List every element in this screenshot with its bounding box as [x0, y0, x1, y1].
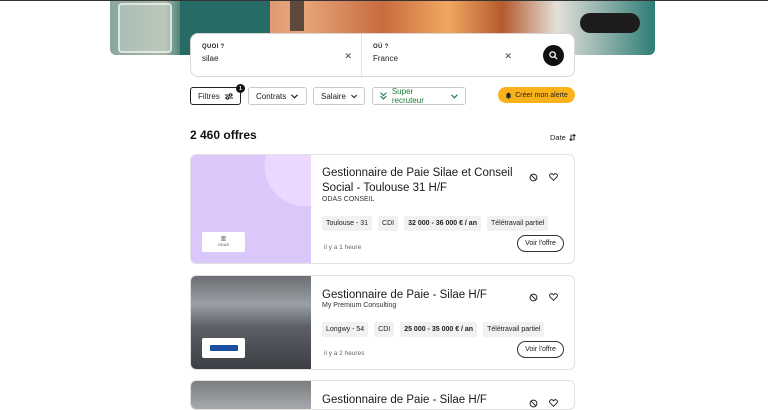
- view-offer-button[interactable]: Voir l'offre: [517, 235, 564, 252]
- job-thumbnail: [191, 276, 311, 369]
- salary-label: Salaire: [321, 91, 346, 101]
- super-recruiter-icon: [380, 92, 387, 100]
- company-logo: ▥ ODAS: [202, 232, 245, 252]
- chevron-down-icon: [451, 93, 458, 99]
- chevron-down-icon: [350, 94, 357, 98]
- contracts-label: Contrats: [256, 91, 287, 101]
- super-recruiter-label: Super recruteur: [391, 87, 424, 105]
- create-alert-button[interactable]: Créer mon alerte: [498, 87, 575, 103]
- hero-dumbbell-illustration: [580, 13, 640, 33]
- job-thumbnail: [191, 381, 311, 409]
- company-logo-text: ODAS: [217, 242, 230, 247]
- posted-time: il y a 2 heures: [324, 350, 365, 357]
- posted-time: il y a 1 heure: [324, 244, 362, 251]
- remote-tag: Télétravail partiel: [483, 322, 545, 337]
- job-card[interactable]: Gestionnaire de Paie - Silae H/F: [190, 380, 575, 410]
- favorite-heart-icon[interactable]: [548, 398, 558, 408]
- company-logo: [202, 338, 245, 358]
- where-label: OÙ ?: [373, 44, 389, 50]
- where-field[interactable]: OÙ ? France ✕: [361, 34, 521, 76]
- filters-button[interactable]: Filtres: [190, 87, 241, 105]
- location-tag: Longwy - 54: [322, 322, 369, 337]
- search-icon: [549, 51, 558, 60]
- job-card[interactable]: ▥ ODAS Gestionnaire de Paie Silae et Con…: [190, 154, 575, 264]
- what-input[interactable]: silae: [202, 54, 218, 63]
- bell-icon: [505, 92, 512, 99]
- results-count: 2 460 offres: [190, 128, 257, 142]
- filters-count-badge: 1: [236, 84, 245, 93]
- job-tags: Longwy - 54 CDI 25 000 - 35 000 € / an T…: [322, 322, 545, 337]
- company-name: ODAS CONSEIL: [322, 196, 375, 203]
- job-title[interactable]: Gestionnaire de Paie - Silae H/F: [322, 288, 517, 303]
- hide-offer-icon[interactable]: [528, 292, 538, 302]
- what-field[interactable]: QUOI ? silae ✕: [191, 34, 361, 76]
- sliders-icon: [224, 92, 233, 100]
- job-card[interactable]: Gestionnaire de Paie - Silae H/F My Prem…: [190, 275, 575, 370]
- salary-tag: 32 000 - 36 000 € / an: [404, 216, 481, 231]
- remote-tag: Télétravail partiel: [486, 216, 549, 231]
- view-offer-button[interactable]: Voir l'offre: [517, 341, 564, 358]
- hide-offer-icon[interactable]: [528, 172, 538, 182]
- search-button[interactable]: [543, 45, 564, 66]
- salary-dropdown[interactable]: Salaire: [313, 87, 365, 105]
- salary-tag: 25 000 - 35 000 € / an: [400, 322, 478, 337]
- clear-where-icon[interactable]: ✕: [504, 51, 512, 62]
- create-alert-label: Créer mon alerte: [515, 91, 568, 99]
- favorite-heart-icon[interactable]: [548, 292, 558, 302]
- contract-tag: CDI: [374, 322, 395, 337]
- sort-button[interactable]: Date: [550, 133, 576, 142]
- sort-icon: [568, 134, 576, 141]
- job-title[interactable]: Gestionnaire de Paie Silae et Conseil So…: [322, 166, 517, 196]
- favorite-heart-icon[interactable]: [548, 172, 558, 182]
- company-name: My Premium Consulting: [322, 302, 397, 309]
- clear-what-icon[interactable]: ✕: [344, 51, 352, 62]
- search-bar: QUOI ? silae ✕ OÙ ? France ✕: [190, 33, 575, 77]
- super-recruiter-dropdown[interactable]: Super recruteur: [372, 87, 466, 105]
- filters-label: Filtres: [198, 91, 220, 101]
- chevron-down-icon: [291, 93, 299, 99]
- contracts-dropdown[interactable]: Contrats: [248, 87, 307, 105]
- what-label: QUOI ?: [202, 44, 225, 50]
- sort-label: Date: [550, 133, 566, 142]
- hero-glass-illustration: [118, 3, 172, 53]
- hide-offer-icon[interactable]: [528, 398, 538, 408]
- location-tag: Toulouse - 31: [322, 216, 373, 231]
- contract-tag: CDI: [378, 216, 399, 231]
- job-thumbnail: ▥ ODAS: [191, 155, 311, 263]
- hero-book-illustration: [290, 1, 304, 31]
- where-input[interactable]: France: [373, 54, 398, 63]
- job-tags: Toulouse - 31 CDI 32 000 - 36 000 € / an…: [322, 216, 549, 231]
